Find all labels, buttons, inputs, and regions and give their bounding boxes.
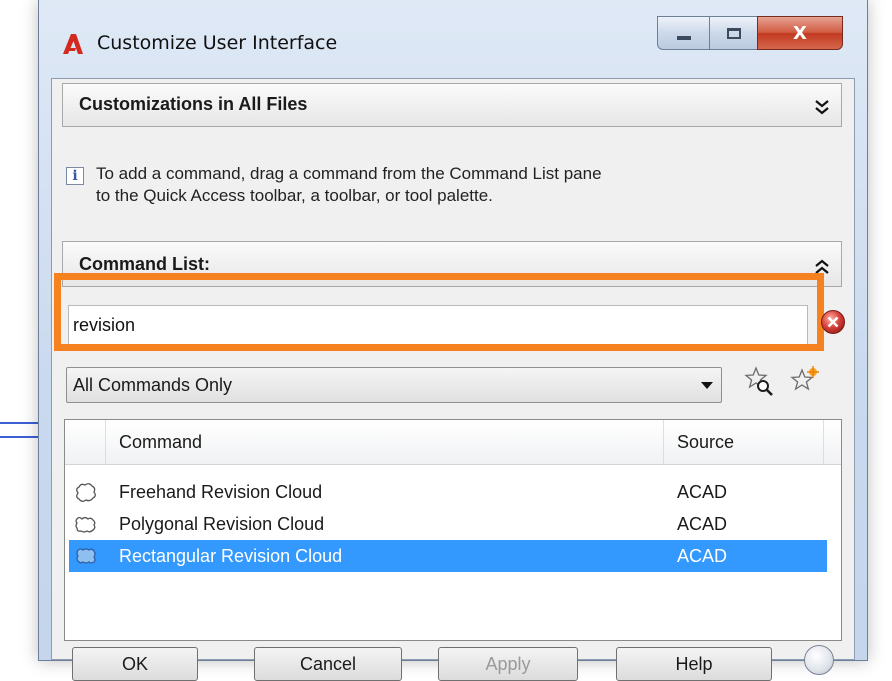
caption-buttons: X bbox=[657, 16, 843, 52]
autocad-logo-icon bbox=[63, 34, 83, 54]
rectangular-cloud-icon bbox=[76, 548, 96, 564]
new-command-star-icon[interactable] bbox=[788, 365, 822, 399]
command-list-panel-header[interactable]: Command List: bbox=[62, 241, 842, 287]
command-source: ACAD bbox=[677, 482, 728, 502]
command-source: ACAD bbox=[677, 514, 728, 534]
table-row-selected[interactable]: Rectangular Revision Cloud ACAD bbox=[69, 540, 827, 572]
info-line-2: to the Quick Access toolbar, a toolbar, … bbox=[96, 186, 493, 205]
command-list-title: Command List: bbox=[79, 254, 211, 274]
command-filter-dropdown[interactable]: All Commands Only bbox=[66, 367, 722, 403]
minimize-icon bbox=[676, 36, 691, 40]
command-source: ACAD bbox=[677, 546, 728, 566]
dropdown-arrow-icon bbox=[701, 382, 713, 389]
column-header-command[interactable]: Command bbox=[119, 432, 202, 453]
command-filter-value: All Commands Only bbox=[73, 375, 233, 395]
command-list-header: Command Source bbox=[65, 420, 841, 465]
expand-dialog-icon[interactable] bbox=[804, 645, 834, 675]
info-text: To add a command, drag a command from th… bbox=[96, 163, 602, 207]
command-list-table: Command Source Freehand Revision Cloud A… bbox=[64, 419, 842, 641]
customize-ui-window: Customize User Interface X Customization… bbox=[38, 0, 868, 681]
clear-search-icon[interactable] bbox=[820, 309, 846, 335]
table-row[interactable]: Polygonal Revision Cloud ACAD bbox=[69, 508, 827, 540]
table-row[interactable]: Freehand Revision Cloud ACAD bbox=[69, 476, 827, 508]
header-separator bbox=[663, 420, 664, 464]
command-name: Polygonal Revision Cloud bbox=[119, 514, 325, 534]
command-search-input[interactable] bbox=[68, 305, 808, 345]
customizations-panel-header[interactable]: Customizations in All Files bbox=[62, 83, 842, 127]
title-bar[interactable]: Customize User Interface X bbox=[39, 0, 867, 78]
close-icon: X bbox=[793, 22, 807, 44]
apply-button[interactable]: Apply bbox=[438, 647, 578, 681]
column-header-source[interactable]: Source bbox=[677, 432, 734, 453]
maximize-button[interactable] bbox=[709, 16, 757, 50]
command-name: Rectangular Revision Cloud bbox=[119, 546, 343, 566]
customizations-panel-title: Customizations in All Files bbox=[79, 94, 308, 114]
window-title: Customize User Interface bbox=[97, 32, 338, 54]
info-line-1: To add a command, drag a command from th… bbox=[96, 164, 602, 183]
background-drawing-lines bbox=[0, 418, 40, 448]
expand-chevron-icon[interactable] bbox=[813, 97, 831, 117]
collapse-chevron-icon[interactable] bbox=[813, 257, 831, 277]
header-separator bbox=[105, 420, 106, 464]
close-button[interactable]: X bbox=[757, 16, 843, 50]
info-message: i To add a command, drag a command from … bbox=[62, 149, 842, 239]
dialog-buttons: OK Cancel Apply Help bbox=[52, 645, 854, 681]
help-button[interactable]: Help bbox=[616, 647, 772, 681]
cancel-button[interactable]: Cancel bbox=[254, 647, 402, 681]
maximize-icon bbox=[726, 27, 741, 39]
polygonal-cloud-icon bbox=[75, 516, 96, 533]
ok-button[interactable]: OK bbox=[72, 647, 198, 681]
freehand-cloud-icon bbox=[76, 483, 96, 502]
find-command-icon[interactable] bbox=[742, 365, 776, 399]
header-separator bbox=[823, 420, 824, 464]
minimize-button[interactable] bbox=[657, 16, 709, 50]
info-icon: i bbox=[66, 167, 84, 185]
command-name: Freehand Revision Cloud bbox=[119, 482, 323, 502]
window-client-area: Customizations in All Files i To add a c… bbox=[51, 78, 855, 681]
